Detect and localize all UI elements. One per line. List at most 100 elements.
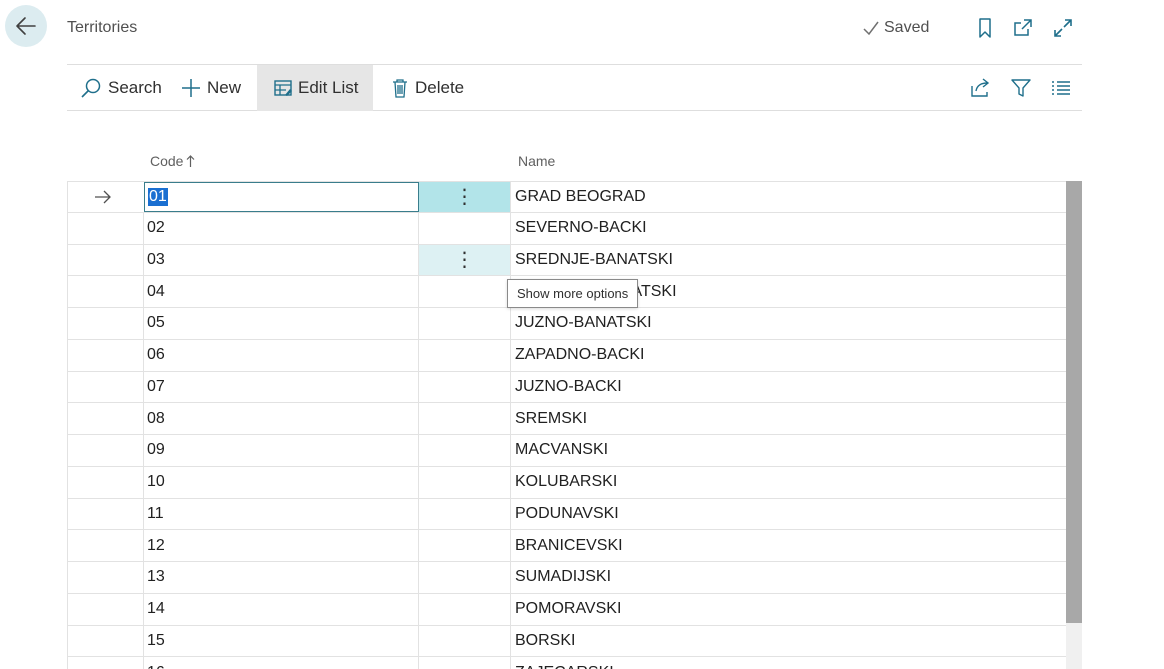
bookmark-button[interactable] xyxy=(974,17,996,39)
table-row[interactable]: 13 SUMADIJSKI xyxy=(67,562,1066,594)
name-cell[interactable]: SUMADIJSKI xyxy=(511,562,1066,593)
row-menu-button[interactable] xyxy=(419,276,511,307)
table-row[interactable]: 12 BRANICEVSKI xyxy=(67,530,1066,562)
name-cell[interactable]: JUZNO-BANATSKI xyxy=(511,308,1066,339)
name-cell[interactable]: BORSKI xyxy=(511,626,1066,657)
code-cell[interactable]: 07 xyxy=(143,371,419,403)
table-row[interactable]: 14 POMORAVSKI xyxy=(67,593,1066,626)
name-cell[interactable]: PODUNAVSKI xyxy=(511,499,1066,530)
column-header-name[interactable]: Name xyxy=(518,153,555,169)
row-menu-button[interactable] xyxy=(419,435,511,466)
saved-status: Saved xyxy=(862,19,929,37)
name-cell[interactable]: POMORAVSKI xyxy=(511,594,1066,625)
row-menu-button[interactable] xyxy=(419,466,511,498)
table-row[interactable]: 06 ZAPADNO-BACKI xyxy=(67,339,1066,372)
vertical-ellipsis-icon: ⋮ xyxy=(454,186,475,209)
vertical-ellipsis-icon: ⋮ xyxy=(454,249,475,272)
table-row[interactable]: 03 ⋮ SREDNJE-BANATSKI xyxy=(67,244,1066,277)
expand-icon xyxy=(1054,19,1072,37)
row-menu-button[interactable] xyxy=(419,593,511,625)
share-button[interactable] xyxy=(969,76,993,100)
open-new-window-button[interactable] xyxy=(1012,17,1034,39)
name-cell[interactable]: MACVANSKI xyxy=(511,435,1066,466)
code-value: 01 xyxy=(148,187,168,206)
tooltip: Show more options xyxy=(507,279,639,308)
row-menu-button[interactable]: ⋮ xyxy=(419,244,511,276)
row-menu-button[interactable] xyxy=(419,308,511,339)
new-label: New xyxy=(207,78,242,97)
code-cell[interactable]: 01 xyxy=(144,182,419,212)
code-cell[interactable]: 10 xyxy=(143,466,419,498)
code-cell[interactable]: 05 xyxy=(143,308,419,339)
bookmark-icon xyxy=(979,18,991,38)
arrow-left-icon xyxy=(16,17,36,35)
code-cell[interactable]: 06 xyxy=(143,339,419,371)
name-cell[interactable]: SREMSKI xyxy=(511,403,1066,434)
row-menu-button[interactable] xyxy=(419,403,511,434)
name-cell[interactable]: ZAJECARSKI xyxy=(511,657,1066,669)
table-row[interactable]: 07 JUZNO-BACKI xyxy=(67,371,1066,404)
code-cell[interactable]: 12 xyxy=(143,530,419,561)
code-cell[interactable]: 02 xyxy=(143,212,419,244)
list-view-icon xyxy=(1052,81,1070,95)
search-label: Search xyxy=(108,78,162,97)
new-button[interactable]: New xyxy=(181,65,241,111)
code-cell[interactable]: 09 xyxy=(143,435,419,466)
code-cell[interactable]: 16 xyxy=(143,657,419,669)
name-cell[interactable]: SEVERNO-BACKI xyxy=(511,213,1066,244)
row-menu-button[interactable] xyxy=(419,498,511,530)
code-cell[interactable]: 11 xyxy=(143,498,419,530)
table-row[interactable]: 16 ZAJECARSKI xyxy=(67,657,1066,669)
list-view-button[interactable] xyxy=(1049,76,1073,100)
saved-label: Saved xyxy=(884,19,930,36)
code-cell[interactable]: 13 xyxy=(143,562,419,593)
sort-ascending-icon xyxy=(187,154,195,167)
filter-button[interactable] xyxy=(1009,76,1033,100)
table-row[interactable]: 11 PODUNAVSKI xyxy=(67,498,1066,531)
row-menu-button[interactable] xyxy=(419,339,511,371)
name-cell[interactable]: SREDNJE-BANATSKI xyxy=(511,245,1066,276)
delete-button[interactable]: Delete xyxy=(391,65,464,111)
row-menu-button[interactable]: ⋮ xyxy=(419,182,511,212)
code-cell[interactable]: 03 xyxy=(143,244,419,276)
code-cell[interactable]: 14 xyxy=(143,593,419,625)
edit-list-button[interactable]: Edit List xyxy=(257,65,373,111)
column-header-code[interactable]: Code xyxy=(150,153,195,169)
plus-icon xyxy=(182,79,200,97)
code-cell[interactable]: 15 xyxy=(143,625,419,657)
scrollbar-thumb[interactable] xyxy=(1066,181,1082,623)
column-name-label: Name xyxy=(518,153,556,169)
share-icon xyxy=(971,78,990,97)
table-row[interactable]: 15 BORSKI xyxy=(67,625,1066,658)
back-button[interactable] xyxy=(5,5,47,47)
expand-button[interactable] xyxy=(1052,17,1074,39)
territories-page: Territories Saved Search New Edit List D… xyxy=(0,0,1164,669)
name-cell[interactable]: ZAPADNO-BACKI xyxy=(511,340,1066,371)
name-cell[interactable]: KOLUBARSKI xyxy=(511,467,1066,498)
name-cell[interactable]: BRANICEVSKI xyxy=(511,530,1066,561)
table-row[interactable]: 01 ⋮ GRAD BEOGRAD xyxy=(67,181,1066,213)
name-cell[interactable]: JUZNO-BACKI xyxy=(511,372,1066,403)
edit-list-label: Edit List xyxy=(298,78,359,97)
row-menu-button[interactable] xyxy=(419,657,511,669)
filter-icon xyxy=(1011,79,1031,97)
row-menu-button[interactable] xyxy=(419,625,511,657)
row-menu-button[interactable] xyxy=(419,212,511,244)
table-row[interactable]: 10 KOLUBARSKI xyxy=(67,466,1066,499)
row-menu-button[interactable] xyxy=(419,530,511,561)
table-row[interactable]: 09 MACVANSKI xyxy=(67,435,1066,467)
code-cell[interactable]: 08 xyxy=(143,403,419,434)
row-menu-button[interactable] xyxy=(419,562,511,593)
trash-icon xyxy=(393,79,407,98)
name-cell[interactable]: GRAD BEOGRAD xyxy=(511,182,1066,212)
search-button[interactable]: Search xyxy=(80,65,162,111)
action-bar: Search New Edit List Delete xyxy=(67,64,1082,111)
checkmark-icon xyxy=(863,21,879,36)
table-row[interactable]: 05 JUZNO-BANATSKI xyxy=(67,308,1066,340)
open-new-window-icon xyxy=(1014,19,1032,36)
table-row[interactable]: 02 SEVERNO-BACKI xyxy=(67,212,1066,245)
code-cell[interactable]: 04 xyxy=(143,276,419,307)
right-arrow-icon xyxy=(95,190,111,204)
table-row[interactable]: 08 SREMSKI xyxy=(67,403,1066,435)
row-menu-button[interactable] xyxy=(419,371,511,403)
